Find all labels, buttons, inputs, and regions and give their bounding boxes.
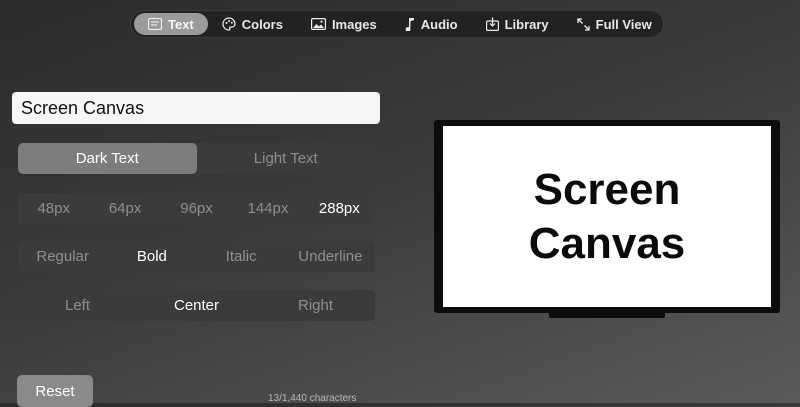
music-note-icon	[405, 17, 415, 31]
palette-icon	[222, 17, 236, 31]
canvas-text-input[interactable]	[12, 92, 380, 124]
regular-option[interactable]: Regular	[18, 241, 107, 272]
align-left-option[interactable]: Left	[18, 290, 137, 321]
align-center-option[interactable]: Center	[137, 290, 256, 321]
size-288-option[interactable]: 288px	[304, 193, 375, 224]
align-right-option[interactable]: Right	[256, 290, 375, 321]
tab-full-view[interactable]: Full View	[563, 13, 666, 35]
tab-images[interactable]: Images	[297, 13, 391, 35]
italic-option[interactable]: Italic	[197, 241, 286, 272]
tab-text-label: Text	[168, 16, 194, 32]
tab-audio[interactable]: Audio	[391, 13, 472, 35]
tab-text[interactable]: Text	[134, 13, 208, 35]
dark-text-option[interactable]: Dark Text	[18, 143, 197, 174]
size-144-option[interactable]: 144px	[232, 193, 303, 224]
font-size-selector: 48px 64px 96px 144px 288px	[18, 193, 375, 224]
reset-button[interactable]: Reset	[17, 375, 93, 407]
image-icon	[310, 18, 326, 30]
size-96-option[interactable]: 96px	[161, 193, 232, 224]
tab-full-view-label: Full View	[595, 16, 652, 32]
library-icon	[485, 17, 499, 31]
size-48-option[interactable]: 48px	[18, 193, 89, 224]
character-count: 13/1,440 characters	[268, 393, 357, 404]
tab-images-label: Images	[331, 16, 377, 32]
screen-stand	[549, 313, 665, 318]
tab-audio-label: Audio	[420, 16, 458, 32]
underline-option[interactable]: Underline	[286, 241, 375, 272]
text-color-selector: Dark Text Light Text	[18, 143, 375, 174]
light-text-option[interactable]: Light Text	[197, 143, 376, 174]
tab-library-label: Library	[504, 16, 549, 32]
screen-preview: Screen Canvas	[434, 120, 780, 313]
preview-text: Screen Canvas	[528, 164, 686, 268]
alignment-selector: Left Center Right	[18, 290, 375, 321]
bold-option[interactable]: Bold	[107, 241, 196, 272]
top-nav: Text Colors Images Audio Library Full Vi…	[130, 10, 664, 38]
tab-colors-label: Colors	[241, 16, 283, 32]
screen-canvas: Screen Canvas	[443, 126, 771, 307]
font-style-selector: Regular Bold Italic Underline	[18, 241, 375, 272]
size-64-option[interactable]: 64px	[89, 193, 160, 224]
expand-icon	[577, 17, 590, 31]
tab-library[interactable]: Library	[472, 13, 563, 35]
text-icon	[148, 18, 162, 30]
tab-colors[interactable]: Colors	[208, 13, 297, 35]
